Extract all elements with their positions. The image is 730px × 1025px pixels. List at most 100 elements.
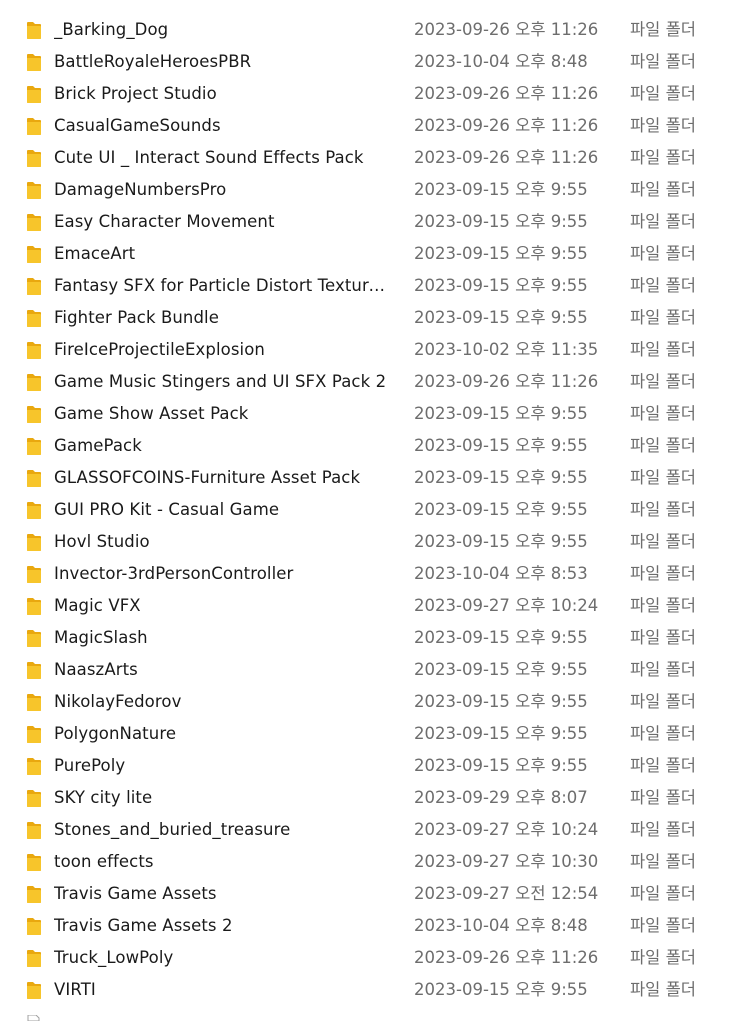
modified-date: 2023-09-29 오후 8:07 [414,788,588,807]
modified-date: 2023-09-15 오후 9:55 [414,500,588,519]
file-name[interactable]: FireIceProjectileExplosion [54,334,390,366]
list-item[interactable]: FireIceProjectileExplosion 2023-10-02 오후 … [0,334,730,366]
list-item[interactable]: DamageNumbersPro 2023-09-15 오후 9:55 파일 폴더 [0,174,730,206]
file-type: 파일 폴더 [630,148,696,167]
folder-icon [27,822,41,839]
folder-icon [27,534,41,551]
file-type: 파일 폴더 [630,20,696,39]
file-name[interactable]: Fighter Pack Bundle [54,302,390,334]
file-name[interactable]: NaaszArts [54,654,390,686]
list-item[interactable]: MagicSlash 2023-09-15 오후 9:55 파일 폴더 [0,622,730,654]
file-name[interactable]: Game Music Stingers and UI SFX Pack 2 [54,366,390,398]
modified-date: 2023-09-26 오후 11:26 [414,148,599,167]
file-type: 파일 폴더 [630,820,696,839]
file-name[interactable]: PolygonNature [54,718,390,750]
file-name[interactable]: SKY city lite [54,782,390,814]
file-name[interactable]: GamePack [54,430,390,462]
list-item[interactable]: Magic VFX 2023-09-27 오후 10:24 파일 폴더 [0,590,730,622]
file-type: 파일 폴더 [630,116,696,135]
list-item[interactable]: GLASSOFCOINS-Furniture Asset Pack 2023-09… [0,462,730,494]
list-item[interactable]: toon effects 2023-09-27 오후 10:30 파일 폴더 [0,846,730,878]
folder-icon [27,150,41,167]
file-type: 파일 폴더 [630,756,696,775]
list-item[interactable]: Cute UI _ Interact Sound Effects Pack 202… [0,142,730,174]
file-name[interactable]: CasualGameSounds [54,110,390,142]
list-item[interactable]: Stones_and_buried_treasure 2023-09-27 오후 … [0,814,730,846]
list-item[interactable]: Truck_LowPoly 2023-09-26 오후 11:26 파일 폴더 [0,942,730,974]
list-item[interactable]: Travis Game Assets 2 2023-10-04 오후 8:48 파일… [0,910,730,942]
file-type: 파일 폴더 [630,980,696,999]
file-name[interactable]: NikolayFedorov [54,686,390,718]
file-type: 파일 폴더 [630,916,696,935]
file-type: 파일 폴더 [630,308,696,327]
modified-date: 2023-10-02 오후 11:35 [414,340,599,359]
list-item[interactable]: GamePack 2023-09-15 오후 9:55 파일 폴더 [0,430,730,462]
list-item[interactable]: SKY city lite 2023-09-29 오후 8:07 파일 폴더 [0,782,730,814]
modified-date: 2023-09-15 오후 9:55 [414,212,588,231]
file-name[interactable]: GUI PRO Kit - Casual Game [54,494,390,526]
file-type: 파일 폴더 [630,788,696,807]
file-type: 파일 폴더 [630,852,696,871]
list-item[interactable]: Game Show Asset Pack 2023-09-15 오후 9:55 파일… [0,398,730,430]
file-name[interactable]: Stones_and_buried_treasure [54,814,390,846]
file-type: 파일 폴더 [630,212,696,231]
modified-date: 2023-09-26 오후 11:26 [414,948,599,967]
file-type: 파일 폴더 [630,500,696,519]
list-item[interactable]: PolygonNature 2023-09-15 오후 9:55 파일 폴더 [0,718,730,750]
modified-date: 2023-09-15 오후 9:55 [414,724,588,743]
list-item[interactable]: Invector-3rdPersonController 2023-10-04 오… [0,558,730,590]
list-item[interactable]: GUI PRO Kit - Casual Game 2023-09-15 오후 9… [0,494,730,526]
file-name[interactable]: EmaceArt [54,238,390,270]
file-name[interactable]: Invector-3rdPersonController [54,558,390,590]
file-name[interactable]: Truck_LowPoly [54,942,390,974]
file-list: _Barking_Dog 2023-09-26 오후 11:26 파일 폴더 Batt… [0,14,730,1006]
file-name[interactable]: GLASSOFCOINS-Furniture Asset Pack [54,462,390,494]
list-item[interactable]: Brick Project Studio 2023-09-26 오후 11:26 파… [0,78,730,110]
list-item[interactable]: Easy Character Movement 2023-09-15 오후 9:5… [0,206,730,238]
file-name[interactable]: PurePoly [54,750,390,782]
list-item[interactable]: VIRTI 2023-09-15 오후 9:55 파일 폴더 [0,974,730,1006]
file-name[interactable]: toon effects [54,846,390,878]
file-name[interactable]: Game Show Asset Pack [54,398,390,430]
file-name[interactable]: Hovl Studio [54,526,390,558]
folder-icon [27,854,41,871]
folder-icon [27,22,41,39]
file-name[interactable]: MagicSlash [54,622,390,654]
folder-icon [27,342,41,359]
modified-date: 2023-09-27 오후 10:30 [414,852,599,871]
list-item[interactable]: Fighter Pack Bundle 2023-09-15 오후 9:55 파일 … [0,302,730,334]
folder-icon [27,214,41,231]
list-item[interactable]: BattleRoyaleHeroesPBR 2023-10-04 오후 8:48 파… [0,46,730,78]
file-type: 파일 폴더 [630,948,696,967]
list-item[interactable]: Fantasy SFX for Particle Distort Texture… [0,270,730,302]
file-name[interactable]: Brick Project Studio [54,78,390,110]
modified-date: 2023-09-27 오전 12:54 [414,884,599,903]
folder-icon [27,950,41,967]
file-name[interactable]: _Barking_Dog [54,14,390,46]
list-item[interactable]: EmaceArt 2023-09-15 오후 9:55 파일 폴더 [0,238,730,270]
modified-date: 2023-09-26 오후 11:26 [414,372,599,391]
file-name[interactable]: BattleRoyaleHeroesPBR [54,46,390,78]
list-item[interactable]: CasualGameSounds 2023-09-26 오후 11:26 파일 폴더 [0,110,730,142]
modified-date: 2023-09-15 오후 9:55 [414,436,588,455]
list-item[interactable]: Travis Game Assets 2023-09-27 오전 12:54 파일 … [0,878,730,910]
folder-icon [27,566,41,583]
file-name[interactable]: Magic VFX [54,590,390,622]
list-item[interactable]: NaaszArts 2023-09-15 오후 9:55 파일 폴더 [0,654,730,686]
folder-icon [27,118,41,135]
list-item[interactable]: PurePoly 2023-09-15 오후 9:55 파일 폴더 [0,750,730,782]
folder-icon [27,918,41,935]
file-name[interactable]: Travis Game Assets [54,878,390,910]
folder-icon [27,86,41,103]
file-name[interactable]: Travis Game Assets 2 [54,910,390,942]
file-name[interactable]: DamageNumbersPro [54,174,390,206]
file-name[interactable]: Fantasy SFX for Particle Distort Texture… [54,270,390,302]
file-name[interactable]: Easy Character Movement [54,206,390,238]
list-item[interactable]: NikolayFedorov 2023-09-15 오후 9:55 파일 폴더 [0,686,730,718]
list-item[interactable]: Hovl Studio 2023-09-15 오후 9:55 파일 폴더 [0,526,730,558]
list-item[interactable]: Game Music Stingers and UI SFX Pack 2 202… [0,366,730,398]
file-name[interactable]: Cute UI _ Interact Sound Effects Pack [54,142,390,174]
folder-icon [27,54,41,71]
file-name[interactable]: VIRTI [54,974,390,1006]
list-item[interactable]: _Barking_Dog 2023-09-26 오후 11:26 파일 폴더 [0,14,730,46]
